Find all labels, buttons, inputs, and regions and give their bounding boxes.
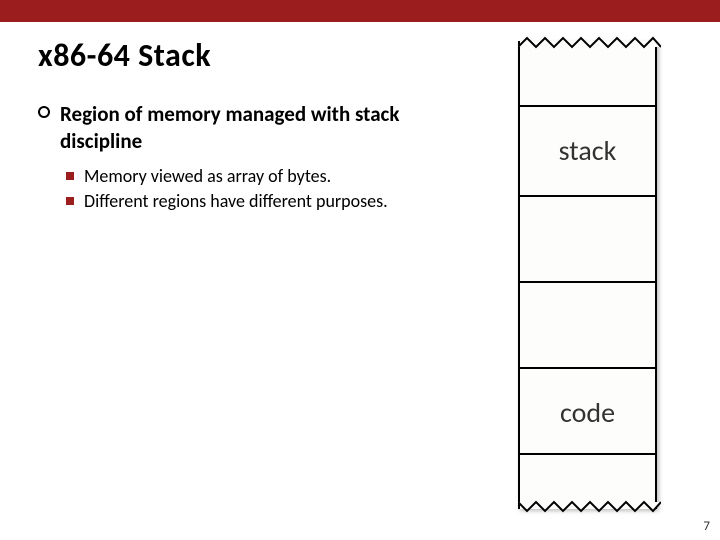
memory-region-label: stack — [518, 133, 657, 168]
page-number: 7 — [703, 519, 710, 534]
bullet-item: Region of memory managed with stack disc… — [38, 101, 478, 155]
memory-diagram: stack code — [518, 41, 658, 511]
diagram-column: stack code — [498, 101, 658, 216]
divider-line — [518, 281, 657, 283]
square-bullet-icon — [66, 197, 74, 205]
torn-edge-top-icon — [518, 35, 661, 51]
sub-bullet-item: Different regions have different purpose… — [66, 190, 478, 213]
bullet-text: Region of memory managed with stack disc… — [60, 101, 478, 155]
square-bullet-icon — [66, 172, 74, 180]
divider-line — [518, 453, 657, 455]
content-area: x86-64 Stack Region of memory managed wi… — [0, 36, 720, 216]
body-row: Region of memory managed with stack disc… — [38, 101, 682, 216]
sub-bullet-text: Memory viewed as array of bytes. — [84, 165, 331, 188]
divider-line — [518, 195, 657, 197]
torn-edge-bottom-icon — [518, 499, 661, 515]
memory-region-label: code — [518, 395, 657, 430]
text-column: Region of memory managed with stack disc… — [38, 101, 478, 216]
sub-bullet-list: Memory viewed as array of bytes. Differe… — [66, 165, 478, 214]
circle-bullet-icon — [38, 106, 50, 118]
memory-box: stack code — [518, 41, 658, 511]
title-bar — [0, 0, 720, 22]
memory-outline — [518, 41, 657, 509]
divider-line — [518, 105, 657, 107]
divider-line — [518, 367, 657, 369]
slide: x86-64 Stack Region of memory managed wi… — [0, 0, 720, 540]
sub-bullet-item: Memory viewed as array of bytes. — [66, 165, 478, 188]
sub-bullet-text: Different regions have different purpose… — [84, 190, 388, 213]
